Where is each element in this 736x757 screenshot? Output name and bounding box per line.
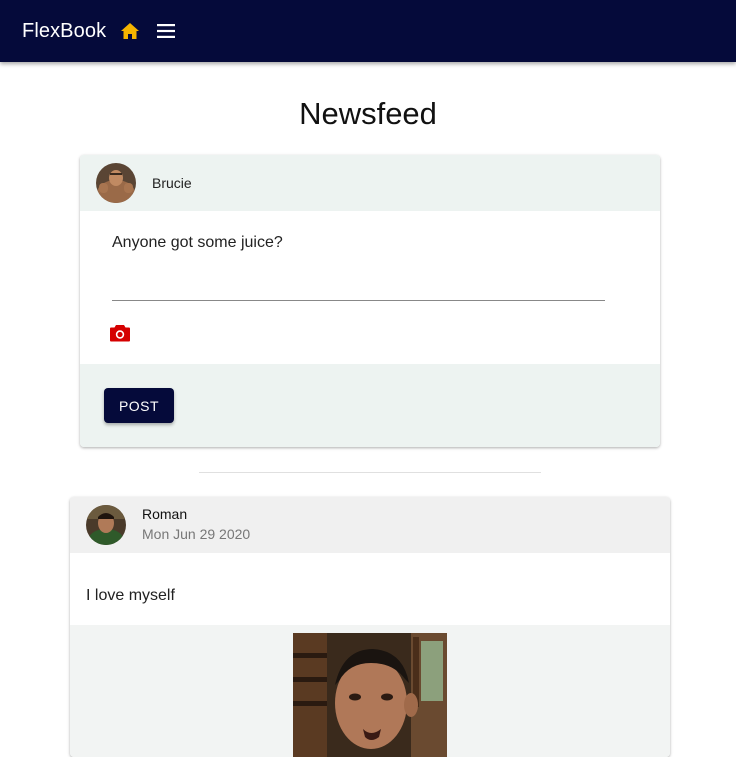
avatar[interactable] — [86, 505, 126, 545]
avatar — [96, 163, 136, 203]
home-icon[interactable] — [120, 21, 140, 41]
app-bar: FlexBook — [0, 0, 736, 62]
compose-body — [80, 211, 660, 364]
compose-card: Brucie POST — [80, 155, 660, 447]
composer-author-name: Brucie — [152, 175, 192, 191]
post-media — [70, 625, 670, 757]
post-date: Mon Jun 29 2020 — [142, 526, 251, 542]
compose-header: Brucie — [80, 155, 660, 211]
post-meta: Roman Mon Jun 29 2020 — [142, 505, 250, 545]
feed-divider — [199, 472, 541, 473]
brand-title[interactable]: FlexBook — [22, 20, 106, 43]
post-author[interactable]: Roman — [142, 505, 250, 523]
page-title: Newsfeed — [299, 96, 437, 131]
post-text-input[interactable] — [112, 233, 605, 301]
feed-post: Roman Mon Jun 29 2020 I love myself — [70, 497, 670, 757]
post-text: I love myself — [70, 553, 670, 625]
compose-footer: POST — [80, 364, 660, 447]
camera-icon[interactable] — [109, 323, 131, 345]
hamburger-menu-icon[interactable] — [156, 21, 176, 41]
post-button[interactable]: POST — [104, 388, 174, 423]
post-header: Roman Mon Jun 29 2020 — [70, 497, 670, 553]
post-image[interactable] — [293, 633, 447, 757]
